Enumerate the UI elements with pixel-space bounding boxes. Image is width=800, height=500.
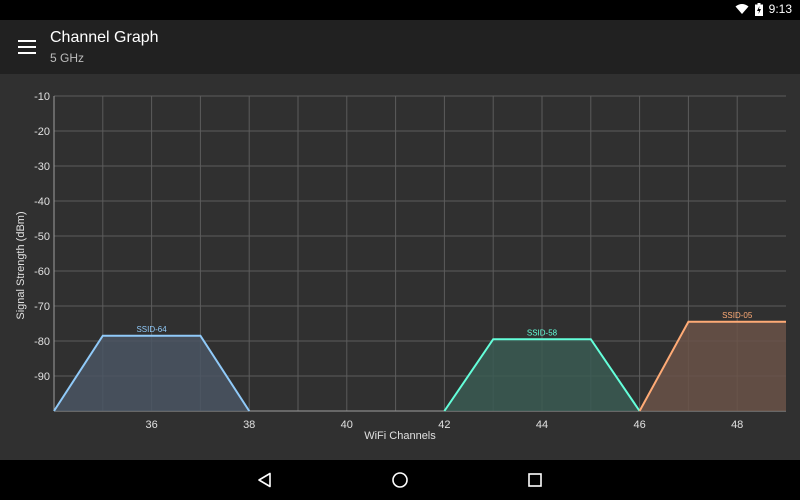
navigation-bar (0, 460, 800, 500)
content-area: -10 -20 -30 -40 -50 -60 -70 -80 -90 36 38 40 42 44 46 4… (0, 74, 800, 460)
y-tick-label: -70 (34, 301, 50, 313)
y-axis-label: Signal Strength (dBm) (15, 211, 27, 319)
status-bar: 9:13 (0, 0, 800, 20)
series-label: SSID-05 (722, 311, 753, 320)
recents-button[interactable] (525, 470, 545, 490)
channel-graph-chart: -10 -20 -30 -40 -50 -60 -70 -80 -90 36 38 40 42 44 46 4… (15, 91, 786, 442)
x-tick-label: 48 (731, 419, 743, 431)
status-icons: 9:13 (735, 2, 792, 16)
series-label: SSID-58 (527, 328, 558, 337)
hamburger-menu-icon (18, 40, 36, 54)
y-tick-label: -10 (34, 91, 50, 103)
back-icon (258, 472, 271, 488)
x-tick-label: 42 (438, 419, 450, 431)
y-tick-label: -50 (34, 231, 50, 243)
y-tick-label: -80 (34, 336, 50, 348)
status-time: 9:13 (768, 2, 792, 16)
page-subtitle: 5 GHz (50, 51, 85, 65)
page-title: Channel Graph (50, 29, 159, 46)
home-icon (392, 472, 408, 488)
home-button[interactable] (390, 470, 410, 490)
series-area (639, 321, 786, 411)
x-tick-label: 46 (633, 419, 645, 431)
wifi-icon (735, 4, 749, 14)
back-button[interactable] (255, 470, 275, 490)
battery-icon (754, 2, 763, 16)
x-tick-label: 38 (243, 419, 255, 431)
y-tick-label: -40 (34, 196, 50, 208)
y-tick-label: -90 (34, 371, 50, 383)
x-tick-label: 36 (145, 419, 157, 431)
y-tick-label: -60 (34, 266, 50, 278)
app-bar: Channel Graph 5 GHz (0, 20, 800, 74)
series-label: SSID-64 (136, 325, 167, 334)
series-area (444, 339, 640, 411)
y-tick-label: -30 (34, 161, 50, 173)
x-tick-label: 44 (536, 419, 548, 431)
y-tick-label: -20 (34, 126, 50, 138)
series-area (54, 335, 250, 411)
menu-button[interactable] (14, 35, 40, 59)
x-tick-label: 40 (341, 419, 353, 431)
recents-icon (528, 473, 542, 487)
x-axis-label: WiFi Channels (364, 430, 436, 442)
